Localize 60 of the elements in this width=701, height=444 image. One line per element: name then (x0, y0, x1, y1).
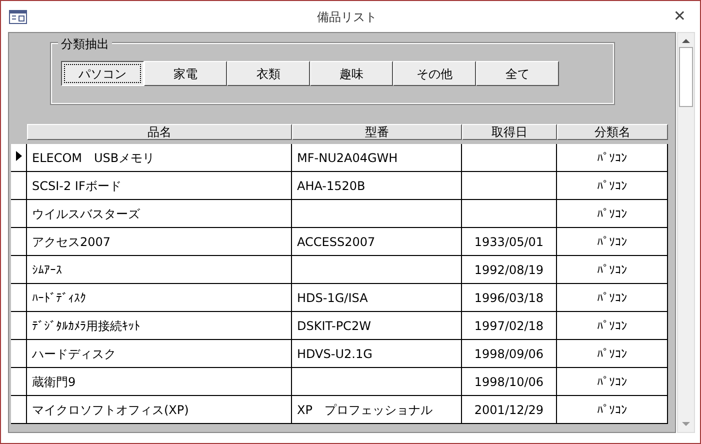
close-button[interactable]: ✕ (667, 5, 692, 28)
table-cell: ﾊﾟｿｺﾝ (557, 368, 668, 396)
table-cell: ﾊﾟｿｺﾝ (557, 284, 668, 312)
column-header[interactable]: 型番 (292, 124, 462, 140)
record-selector[interactable] (11, 228, 27, 256)
table-cell: ﾊﾟｿｺﾝ (557, 172, 668, 200)
table-cell: 1997/02/18 (462, 312, 557, 340)
record-selector[interactable] (11, 284, 27, 312)
table-cell: ｼﾑｱｰｽ (27, 256, 292, 284)
column-header[interactable]: 分類名 (557, 124, 668, 140)
table-cell: HDS-1G/ISA (292, 284, 462, 312)
record-selector[interactable] (11, 368, 27, 396)
record-selector[interactable] (11, 256, 27, 284)
table-cell: ﾊﾟｿｺﾝ (557, 340, 668, 368)
record-selector[interactable] (11, 172, 27, 200)
table-cell: ﾊﾟｿｺﾝ (557, 396, 668, 424)
column-header[interactable]: 取得日 (462, 124, 557, 140)
filter-button[interactable]: その他 (393, 61, 476, 86)
table-cell: 2001/12/29 (462, 396, 557, 424)
table-cell: 1998/10/06 (462, 368, 557, 396)
record-selector[interactable] (11, 144, 27, 172)
record-selector[interactable] (11, 200, 27, 228)
table-cell: ハードディスク (27, 340, 292, 368)
table-cell: MF-NU2A04GWH (292, 144, 462, 172)
table-cell: DSKIT-PC2W (292, 312, 462, 340)
table-cell: 1992/08/19 (462, 256, 557, 284)
filter-button[interactable]: 趣味 (310, 61, 393, 86)
table-cell: 1933/05/01 (462, 228, 557, 256)
table-cell: XP プロフェッショナル (292, 396, 462, 424)
scrollbar[interactable] (677, 32, 695, 433)
table-cell: AHA-1520B (292, 172, 462, 200)
filter-button[interactable]: パソコン (61, 61, 144, 86)
table-cell: ﾊﾟｿｺﾝ (557, 144, 668, 172)
table-cell: ﾊﾟｿｺﾝ (557, 228, 668, 256)
filter-button[interactable]: 衣類 (227, 61, 310, 86)
record-selector[interactable] (11, 396, 27, 424)
scroll-thumb[interactable] (679, 47, 693, 107)
table-cell: ELECOM USBメモリ (27, 144, 292, 172)
table-cell: ﾊﾟｿｺﾝ (557, 256, 668, 284)
table-cell: ウイルスバスターズ (27, 200, 292, 228)
table-cell: SCSI-2 IFボード (27, 172, 292, 200)
table-cell: 1996/03/18 (462, 284, 557, 312)
filter-button[interactable]: 全て (476, 61, 559, 86)
table-cell: アクセス2007 (27, 228, 292, 256)
table-cell: 蔵衛門9 (27, 368, 292, 396)
table-cell: ﾊﾟｿｺﾝ (557, 200, 668, 228)
form-icon (9, 10, 27, 24)
table-cell: マイクロソフトオフィス(XP) (27, 396, 292, 424)
record-selector[interactable] (11, 312, 27, 340)
filter-button[interactable]: 家電 (144, 61, 227, 86)
table-cell: ﾃﾞｼﾞﾀﾙｶﾒﾗ用接続ｷｯﾄ (27, 312, 292, 340)
window-title: 備品リスト (316, 8, 378, 26)
table-cell: HDVS-U2.1G (292, 340, 462, 368)
table-cell: ACCESS2007 (292, 228, 462, 256)
column-header[interactable]: 品名 (27, 124, 292, 140)
record-selector[interactable] (11, 340, 27, 368)
table-cell: ﾊｰﾄﾞﾃﾞｨｽｸ (27, 284, 292, 312)
table-cell: ﾊﾟｿｺﾝ (557, 312, 668, 340)
table-cell: 1998/09/06 (462, 340, 557, 368)
group-legend: 分類抽出 (58, 35, 112, 53)
